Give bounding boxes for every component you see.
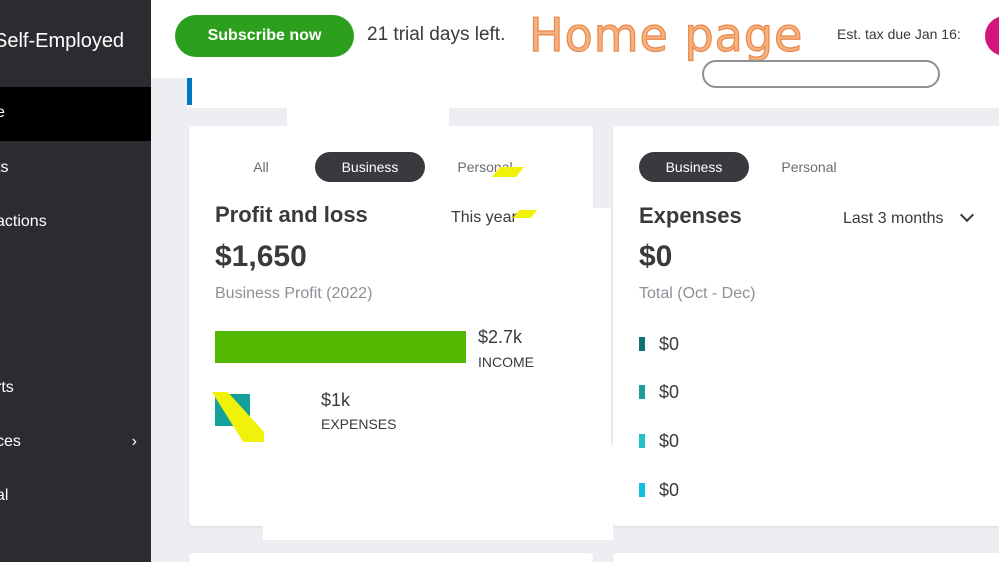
sidebar-item-label: rts bbox=[0, 379, 14, 396]
legend-swatch bbox=[639, 483, 645, 497]
banner-accent bbox=[187, 78, 192, 105]
sidebar-item-label: ces bbox=[0, 433, 21, 450]
period-label: Last 3 months bbox=[843, 210, 944, 227]
chevron-down-icon bbox=[959, 207, 975, 223]
expenses-value: $1k bbox=[321, 390, 351, 410]
sidebar-item-label: ts bbox=[0, 159, 9, 176]
legend-swatch bbox=[639, 337, 645, 351]
sidebar-item-reports[interactable]: rts bbox=[0, 362, 151, 416]
avatar[interactable] bbox=[985, 16, 999, 56]
tab-personal[interactable]: Personal bbox=[773, 152, 845, 182]
sidebar-item-label: actions bbox=[0, 213, 47, 230]
sidebar-item-personal[interactable]: al bbox=[0, 470, 151, 524]
sidebar-item-label: e bbox=[0, 104, 5, 121]
tax-due-text: Est. tax due Jan 16: bbox=[837, 26, 961, 42]
legend-value: $0 bbox=[659, 382, 680, 402]
tab-all[interactable]: All bbox=[241, 152, 281, 182]
sidebar: Self-Employed e ts actions rts ces › al bbox=[0, 0, 151, 562]
card-title: Profit and loss bbox=[215, 202, 368, 227]
subscribe-button[interactable]: Subscribe now bbox=[175, 15, 354, 57]
legend-swatch bbox=[639, 385, 645, 399]
expenses-label: EXPENSES bbox=[321, 416, 397, 432]
brand-name: Self-Employed bbox=[0, 30, 125, 52]
bottom-card bbox=[189, 553, 593, 562]
trial-days-text: 21 trial days left. bbox=[367, 24, 506, 45]
income-value: $2.7k bbox=[478, 327, 523, 347]
expenses-amount: $0 bbox=[639, 240, 673, 273]
period-selector[interactable]: Last 3 months bbox=[843, 207, 975, 228]
tab-business[interactable]: Business bbox=[315, 152, 425, 182]
card-title: Expenses bbox=[639, 203, 742, 228]
legend-value: $0 bbox=[659, 334, 680, 354]
banner-button[interactable] bbox=[702, 60, 940, 88]
white-artifact bbox=[263, 445, 613, 540]
profit-amount: $1,650 bbox=[215, 240, 307, 273]
sidebar-item-transactions[interactable]: actions bbox=[0, 196, 151, 250]
chevron-right-icon: › bbox=[131, 433, 137, 450]
sidebar-item-invoices[interactable]: ces › bbox=[0, 416, 151, 470]
sidebar-item-receipts[interactable]: ts bbox=[0, 142, 151, 196]
tab-business[interactable]: Business bbox=[639, 152, 749, 182]
bottom-card bbox=[613, 553, 999, 562]
income-label: INCOME bbox=[478, 354, 534, 370]
income-bar[interactable] bbox=[215, 331, 466, 363]
expenses-subtitle: Total (Oct - Dec) bbox=[639, 285, 756, 302]
white-artifact bbox=[535, 208, 611, 475]
legend-value: $0 bbox=[659, 431, 680, 451]
sidebar-item-home[interactable]: e bbox=[0, 87, 151, 141]
period-selector[interactable]: This year bbox=[451, 209, 517, 227]
overlay-page-title: Home page bbox=[528, 7, 804, 62]
legend-value: $0 bbox=[659, 480, 680, 500]
expenses-card: Business Personal Expenses Last 3 months… bbox=[613, 126, 999, 526]
sidebar-item-label: al bbox=[0, 487, 9, 504]
profit-subtitle: Business Profit (2022) bbox=[215, 285, 373, 302]
legend-swatch bbox=[639, 434, 645, 448]
white-artifact bbox=[287, 78, 449, 126]
